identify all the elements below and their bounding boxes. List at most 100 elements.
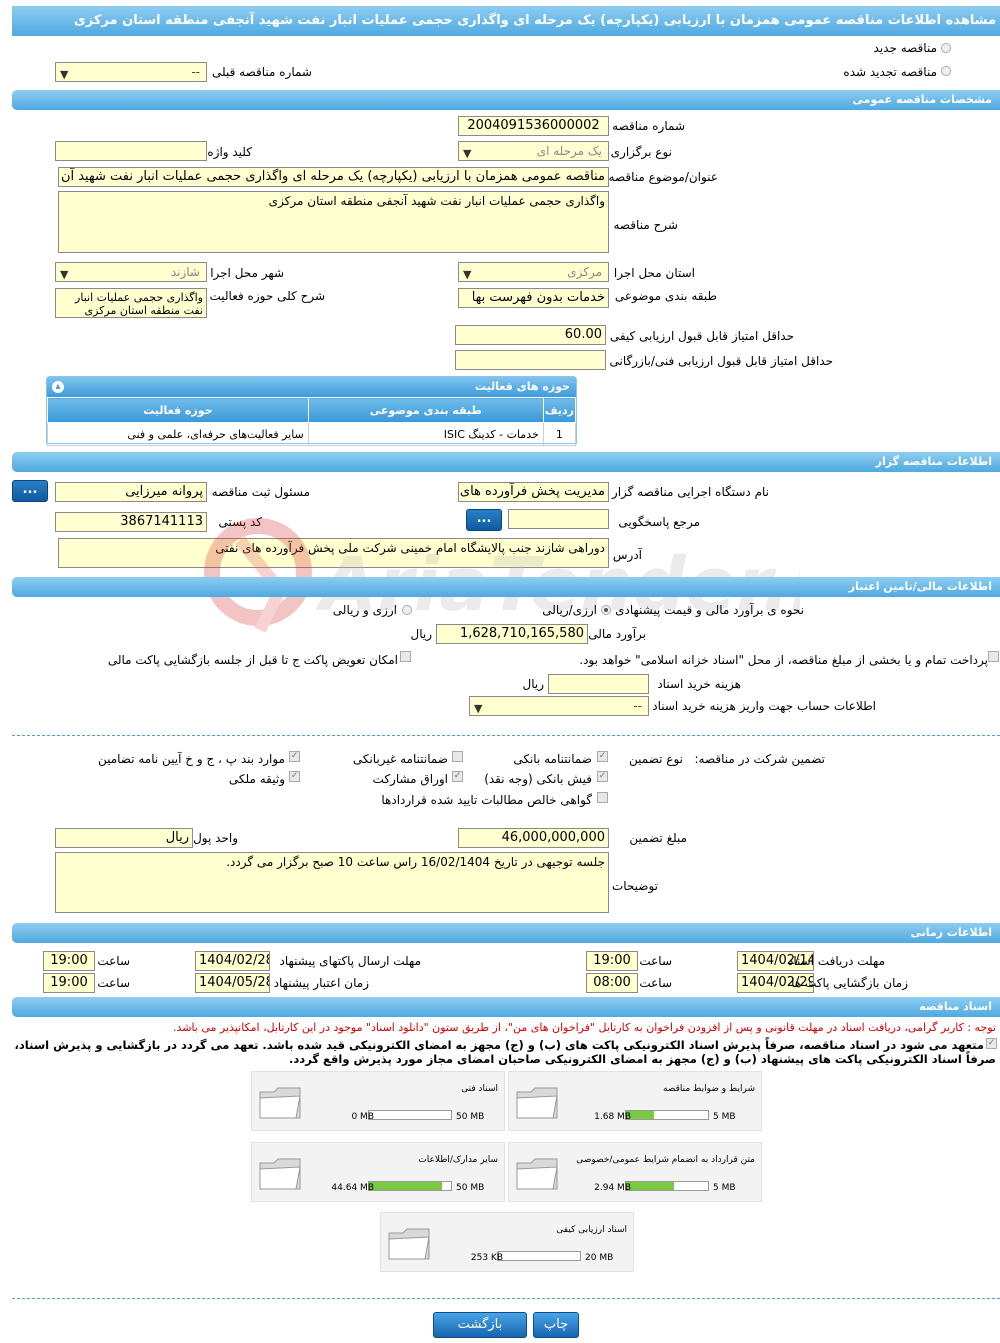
- account-select[interactable]: -- ▼: [469, 696, 649, 716]
- min-quality-label: حداقل امتیاز قابل قبول ارزیابی کیفی: [609, 329, 794, 343]
- commit-text-2: صرفاً اسناد الکترونیکی پاکت های پیشنهاد …: [289, 1052, 996, 1066]
- estimate-label: برآورد مالی: [588, 627, 646, 641]
- articles-label: موارد بند پ ، ج و خ آیین نامه تضامین: [97, 752, 285, 766]
- city-label: شهر محل اجرا: [210, 266, 284, 280]
- bonds-label: اوراق مشارکت: [372, 772, 448, 786]
- validity-label: زمان اعتبار پیشنهاد: [273, 976, 369, 990]
- officer-more-button[interactable]: ...: [12, 480, 48, 502]
- province-label: استان محل اجرا: [613, 266, 695, 280]
- estimate-method-label: نحوه ی برآورد مالی و قیمت پیشنهادی: [615, 603, 804, 617]
- prev-number-value: --: [191, 65, 200, 79]
- keyword-field[interactable]: [55, 141, 207, 161]
- document-box[interactable]: شرایط و ضوابط مناقصه 5 MB 1.68 MB: [508, 1071, 762, 1131]
- activity-table: ردیف طبقه بندی موضوعی حوزه فعالیت 1 خدما…: [47, 397, 577, 446]
- postal-code-field: 3867141113: [55, 512, 207, 532]
- cash-label: فیش بانکی (وجه نقد): [484, 772, 592, 786]
- table-row: 1 خدمات - کدینگ ISIC سایر فعالیت‌های حرف…: [47, 422, 577, 446]
- min-tech-label: حداقل امتیاز قابل قبول ارزیابی فنی/بازرگ…: [609, 354, 833, 368]
- receive-label: مهلت دریافت اسناد: [787, 954, 885, 968]
- back-button[interactable]: بازگشت: [433, 1312, 527, 1338]
- non-bank-guarantee-label: ضمانتنامه غیربانکی: [352, 752, 448, 766]
- document-max-size: 50 MB: [456, 1183, 485, 1193]
- guarantee-amount-field: 46,000,000,000: [458, 828, 609, 848]
- new-tender-radio[interactable]: [941, 43, 951, 53]
- currency-rial-radio[interactable]: [402, 605, 412, 615]
- organizer-field: مدیریت پخش فرآورده های نفتی: [458, 482, 609, 502]
- document-name: متن قرارداد به انضمام شرایط عمومی/خصوصی: [576, 1155, 755, 1165]
- receive-time-field: 19:00: [586, 951, 638, 971]
- document-max-size: 5 MB: [713, 1112, 736, 1122]
- notes-label: توضیحات: [611, 879, 658, 893]
- city-select[interactable]: شازند ▼: [55, 262, 207, 282]
- document-box[interactable]: متن قرارداد به انضمام شرایط عمومی/خصوصی 5…: [508, 1142, 762, 1202]
- print-button[interactable]: چاپ: [533, 1312, 579, 1338]
- commit-text-1: متعهد می شود در اسناد مناقصه، صرفاً پذیر…: [14, 1038, 984, 1052]
- non-bank-guarantee-checkbox: [452, 751, 463, 762]
- cell-category: خدمات - کدینگ ISIC: [307, 422, 544, 446]
- category-field: خدمات بدون فهرست بها: [458, 288, 609, 308]
- description-field: واگذاری حجمی عملیات انبار نفت شهید آنجفی…: [58, 191, 609, 253]
- guarantee-type-label: نوع تضمین: [629, 752, 683, 766]
- document-max-size: 50 MB: [456, 1112, 485, 1122]
- document-box[interactable]: اسناد ارزیابی کیفی 20 MB 253 KB: [380, 1212, 634, 1272]
- document-name: شرایط و ضوابط مناقصه: [662, 1084, 755, 1094]
- account-value: --: [633, 699, 642, 713]
- province-select[interactable]: مرکزی ▼: [458, 262, 609, 282]
- folder-icon: [259, 1087, 301, 1119]
- currency-rial-radio-label: ارزی و ریالی: [332, 603, 397, 617]
- send-date-field: 1404/02/28: [195, 951, 270, 971]
- general-section-header: مشخصات مناقصه عمومی: [12, 90, 1000, 110]
- divider: [12, 1298, 1000, 1299]
- property-label: وثیقه ملکی: [228, 772, 285, 786]
- swap-envelope-label: امکان تعویض پاکت ج تا قبل از جلسه بازگشا…: [107, 653, 398, 667]
- documents-note: توجه : کاربر گرامی، دریافت اسناد در مهلت…: [172, 1021, 996, 1034]
- document-name: اسناد ارزیابی کیفی: [556, 1225, 627, 1235]
- document-progress-fill: [369, 1182, 442, 1190]
- open-label: زمان بازگشایی پاکت ها: [791, 976, 908, 990]
- chevron-down-icon: ▼: [463, 268, 472, 281]
- doc-cost-unit: ریال: [522, 677, 544, 691]
- address-label: آدرس: [612, 548, 642, 562]
- renewed-tender-radio[interactable]: [941, 66, 951, 76]
- holding-type-select[interactable]: یک مرحله ای ▼: [458, 141, 609, 161]
- chevron-down-icon: ▼: [474, 702, 483, 715]
- folder-icon: [388, 1228, 430, 1260]
- document-box[interactable]: اسناد فنی 50 MB 0 MB: [251, 1071, 505, 1131]
- document-used-size: 253 KB: [470, 1253, 503, 1263]
- document-progress: [625, 1110, 709, 1120]
- chevron-down-icon: ▼: [463, 147, 472, 160]
- page-title: مشاهده اطلاعات مناقصه عمومی همزمان با ار…: [12, 6, 1000, 36]
- finance-section-header: اطلاعات مالی/تامین اعتبار: [12, 577, 1000, 597]
- holding-type-value: یک مرحله ای: [536, 144, 602, 158]
- col-header-row: ردیف: [542, 397, 577, 423]
- min-quality-field: 60.00: [455, 325, 606, 345]
- validity-time-field: 19:00: [43, 973, 95, 993]
- guarantee-label: تضمین شرکت در مناقصه:: [694, 752, 825, 766]
- estimate-unit: ریال: [410, 627, 432, 641]
- bank-guarantee-checkbox: ✓: [597, 751, 608, 762]
- validity-date-field: 1404/05/28: [195, 973, 270, 993]
- folder-icon: [259, 1158, 301, 1190]
- prev-number-select[interactable]: -- ▼: [55, 62, 207, 82]
- document-max-size: 20 MB: [585, 1253, 614, 1263]
- currency-label: واحد پول: [193, 831, 238, 845]
- send-label: مهلت ارسال پاکتهای پیشنهاد: [279, 954, 421, 968]
- col-header-category: طبقه بندی موضوعی: [307, 397, 544, 423]
- document-progress: [368, 1110, 452, 1120]
- currency-field: ریال: [55, 828, 193, 848]
- keyword-label: کلید واژه: [207, 145, 252, 159]
- document-progress-fill: [626, 1182, 675, 1190]
- send-time-field: 19:00: [43, 951, 95, 971]
- estimate-field: 1,628,710,165,580: [436, 624, 588, 644]
- currency-radio[interactable]: [601, 605, 611, 615]
- document-name: اسناد فنی: [461, 1084, 498, 1094]
- col-header-activity: حوزه فعالیت: [47, 397, 309, 423]
- document-box[interactable]: سایر مدارک/اطلاعات 50 MB 44.64 MB: [251, 1142, 505, 1202]
- document-progress: [368, 1181, 452, 1191]
- claims-label: گواهی خالص مطالبات تایید شده قراردادها: [381, 793, 592, 807]
- collapse-icon[interactable]: ▴: [52, 381, 64, 393]
- validity-time-label: ساعت: [97, 976, 130, 990]
- guarantee-amount-label: مبلغ تضمین: [629, 831, 687, 845]
- response-ref-more-button[interactable]: ...: [466, 509, 502, 531]
- subject-field: مناقصه عمومی همزمان با ارزیابی (یکپارچه)…: [58, 167, 609, 187]
